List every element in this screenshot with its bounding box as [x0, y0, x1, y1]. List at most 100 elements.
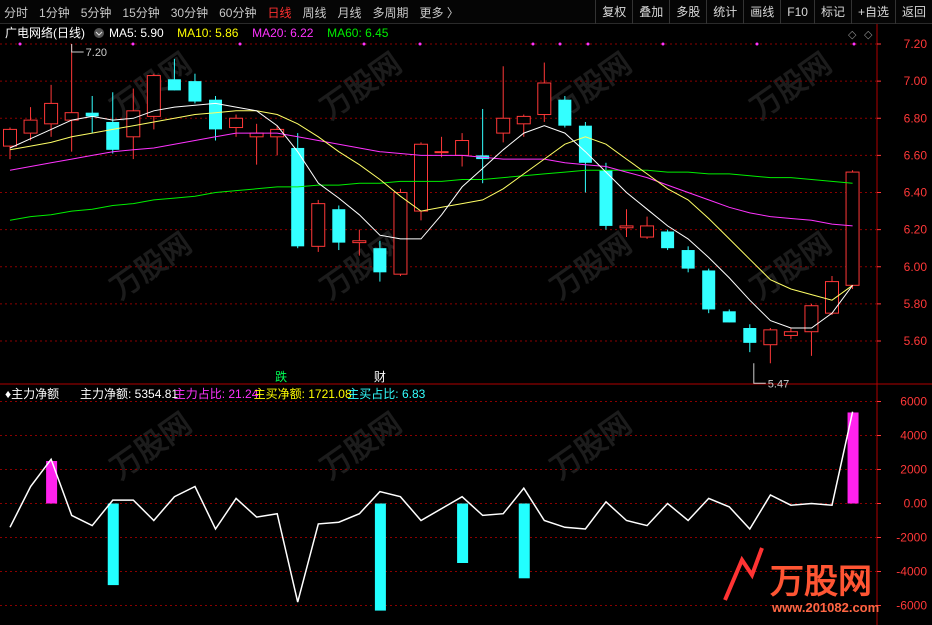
candle-body[interactable]	[393, 192, 408, 275]
watermark-url: www.201082.com	[771, 600, 879, 615]
candle-body[interactable]	[763, 329, 778, 346]
candle-body[interactable]	[455, 140, 470, 156]
candle-body[interactable]	[249, 132, 264, 138]
candle-body[interactable]	[496, 117, 511, 134]
price-tick-label: 7.20	[904, 37, 928, 51]
diamond-icon: ◇	[864, 29, 873, 41]
candle-body[interactable]	[188, 81, 202, 102]
candle-body[interactable]	[558, 99, 572, 126]
tab-period-1[interactable]: 1分钟	[39, 4, 70, 21]
candle-body[interactable]	[516, 115, 531, 125]
chart-area[interactable]: 万股网万股网万股网万股网万股网万股网万股网万股网万股网万股网万股网7.207.0…	[0, 24, 932, 625]
candle-body[interactable]	[167, 79, 181, 91]
candle-body[interactable]	[434, 151, 449, 154]
ma20-line	[9, 132, 853, 227]
candle-body[interactable]	[619, 225, 634, 229]
indicator-tick-label: -4000	[896, 565, 927, 579]
candle-body[interactable]	[373, 248, 387, 273]
watermark-brand: 万股网	[770, 563, 872, 601]
action-button-0[interactable]: 复权	[595, 0, 632, 24]
tab-period-8[interactable]: 月线	[338, 4, 362, 21]
ma-legend-0: MA5: 5.90	[109, 26, 164, 40]
flow-bar[interactable]	[518, 503, 530, 579]
diamond-icon: ◇	[848, 29, 857, 41]
candle-body[interactable]	[722, 311, 736, 323]
candle-body[interactable]	[106, 121, 120, 150]
tab-period-2[interactable]: 5分钟	[81, 4, 112, 21]
flow-bar[interactable]	[46, 461, 58, 504]
action-button-3[interactable]: 统计	[706, 0, 743, 24]
candle-body[interactable]	[332, 209, 346, 243]
tab-period-0[interactable]: 分时	[4, 4, 28, 21]
period-tabs: 分时 1分钟 5分钟 15分钟 30分钟 60分钟 日线 周线 月线 多周期 更多 〉	[4, 0, 470, 24]
candle-body[interactable]	[743, 328, 757, 343]
candle-body[interactable]	[537, 82, 552, 116]
candle-body[interactable]	[229, 117, 244, 129]
candle-body[interactable]	[352, 240, 367, 244]
watermark-tile: 万股网	[105, 407, 198, 486]
watermark-arrow-icon	[723, 547, 764, 601]
dot-marker	[131, 42, 135, 46]
dot-marker	[362, 42, 366, 46]
candle-body[interactable]	[44, 102, 59, 125]
action-button-5[interactable]: F10	[780, 0, 814, 24]
dropdown-icon[interactable]	[94, 28, 104, 38]
dot-marker	[558, 42, 562, 46]
candle-body[interactable]	[291, 147, 305, 247]
flow-bar[interactable]	[107, 503, 119, 586]
candle-body[interactable]	[661, 231, 675, 249]
action-button-7[interactable]: +自选	[850, 0, 895, 24]
tab-period-7[interactable]: 周线	[302, 4, 326, 21]
candle-body[interactable]	[3, 128, 17, 147]
action-buttons: 复权 叠加 多股 统计 画线 F10 标记 +自选 返回	[595, 0, 932, 24]
action-button-8[interactable]: 返回	[894, 0, 932, 24]
action-button-4[interactable]: 画线	[743, 0, 780, 24]
action-button-6[interactable]: 标记	[813, 0, 851, 24]
high-marker	[71, 44, 84, 53]
dot-marker	[418, 42, 422, 46]
tab-period-3[interactable]: 15分钟	[122, 4, 159, 21]
flow-bar[interactable]	[374, 503, 386, 611]
dot-marker	[238, 42, 242, 46]
candle-body[interactable]	[126, 110, 141, 138]
candle-body[interactable]	[311, 203, 326, 247]
dot-marker	[531, 42, 535, 46]
candle-body[interactable]	[783, 331, 798, 336]
candle-body[interactable]	[702, 270, 716, 310]
ma-legend-2: MA20: 6.22	[252, 26, 314, 40]
candle-body[interactable]	[599, 170, 613, 226]
marker-label: 财	[374, 370, 386, 384]
ma-legend-3: MA60: 6.45	[327, 26, 389, 40]
flow-bar[interactable]	[457, 503, 469, 564]
dot-marker	[755, 42, 759, 46]
price-tick-label: 6.20	[904, 223, 928, 237]
indicator-value-1: 主力占比: 21.24	[174, 386, 259, 401]
action-button-1[interactable]: 叠加	[632, 0, 669, 24]
tab-period-6[interactable]: 日线	[267, 4, 291, 21]
ma-legend-1: MA10: 5.86	[177, 26, 239, 40]
price-tick-label: 6.80	[904, 111, 928, 125]
candle-body[interactable]	[23, 119, 38, 134]
watermark-tile: 万股网	[315, 47, 408, 126]
candle-body[interactable]	[681, 250, 695, 269]
dot-marker	[586, 42, 590, 46]
period-toolbar: 分时 1分钟 5分钟 15分钟 30分钟 60分钟 日线 周线 月线 多周期 更多 〉 复权 叠加 多股…	[0, 0, 932, 24]
tab-period-5[interactable]: 60分钟	[219, 4, 256, 21]
indicator-tick-label: 0.00	[904, 497, 928, 511]
tab-period-9[interactable]: 多周期	[373, 4, 409, 21]
candle-body[interactable]	[578, 125, 592, 163]
tab-period-10[interactable]: 更多 〉	[420, 4, 459, 21]
tab-period-4[interactable]: 30分钟	[171, 4, 208, 21]
indicator-tick-label: 2000	[900, 463, 927, 477]
candle-body[interactable]	[85, 112, 99, 117]
ma60-line	[9, 169, 853, 221]
candle-body[interactable]	[640, 225, 655, 238]
high-annotation: 7.20	[86, 47, 107, 59]
candle-body[interactable]	[845, 171, 860, 286]
candle-body[interactable]	[414, 143, 428, 212]
indicator-title: ♦主力净额	[5, 387, 59, 401]
action-button-2[interactable]: 多股	[669, 0, 706, 24]
indicator-value-2: 主买净额: 1721.08	[254, 387, 352, 401]
watermark-tile: 万股网	[545, 407, 638, 486]
price-tick-label: 6.00	[904, 260, 928, 274]
